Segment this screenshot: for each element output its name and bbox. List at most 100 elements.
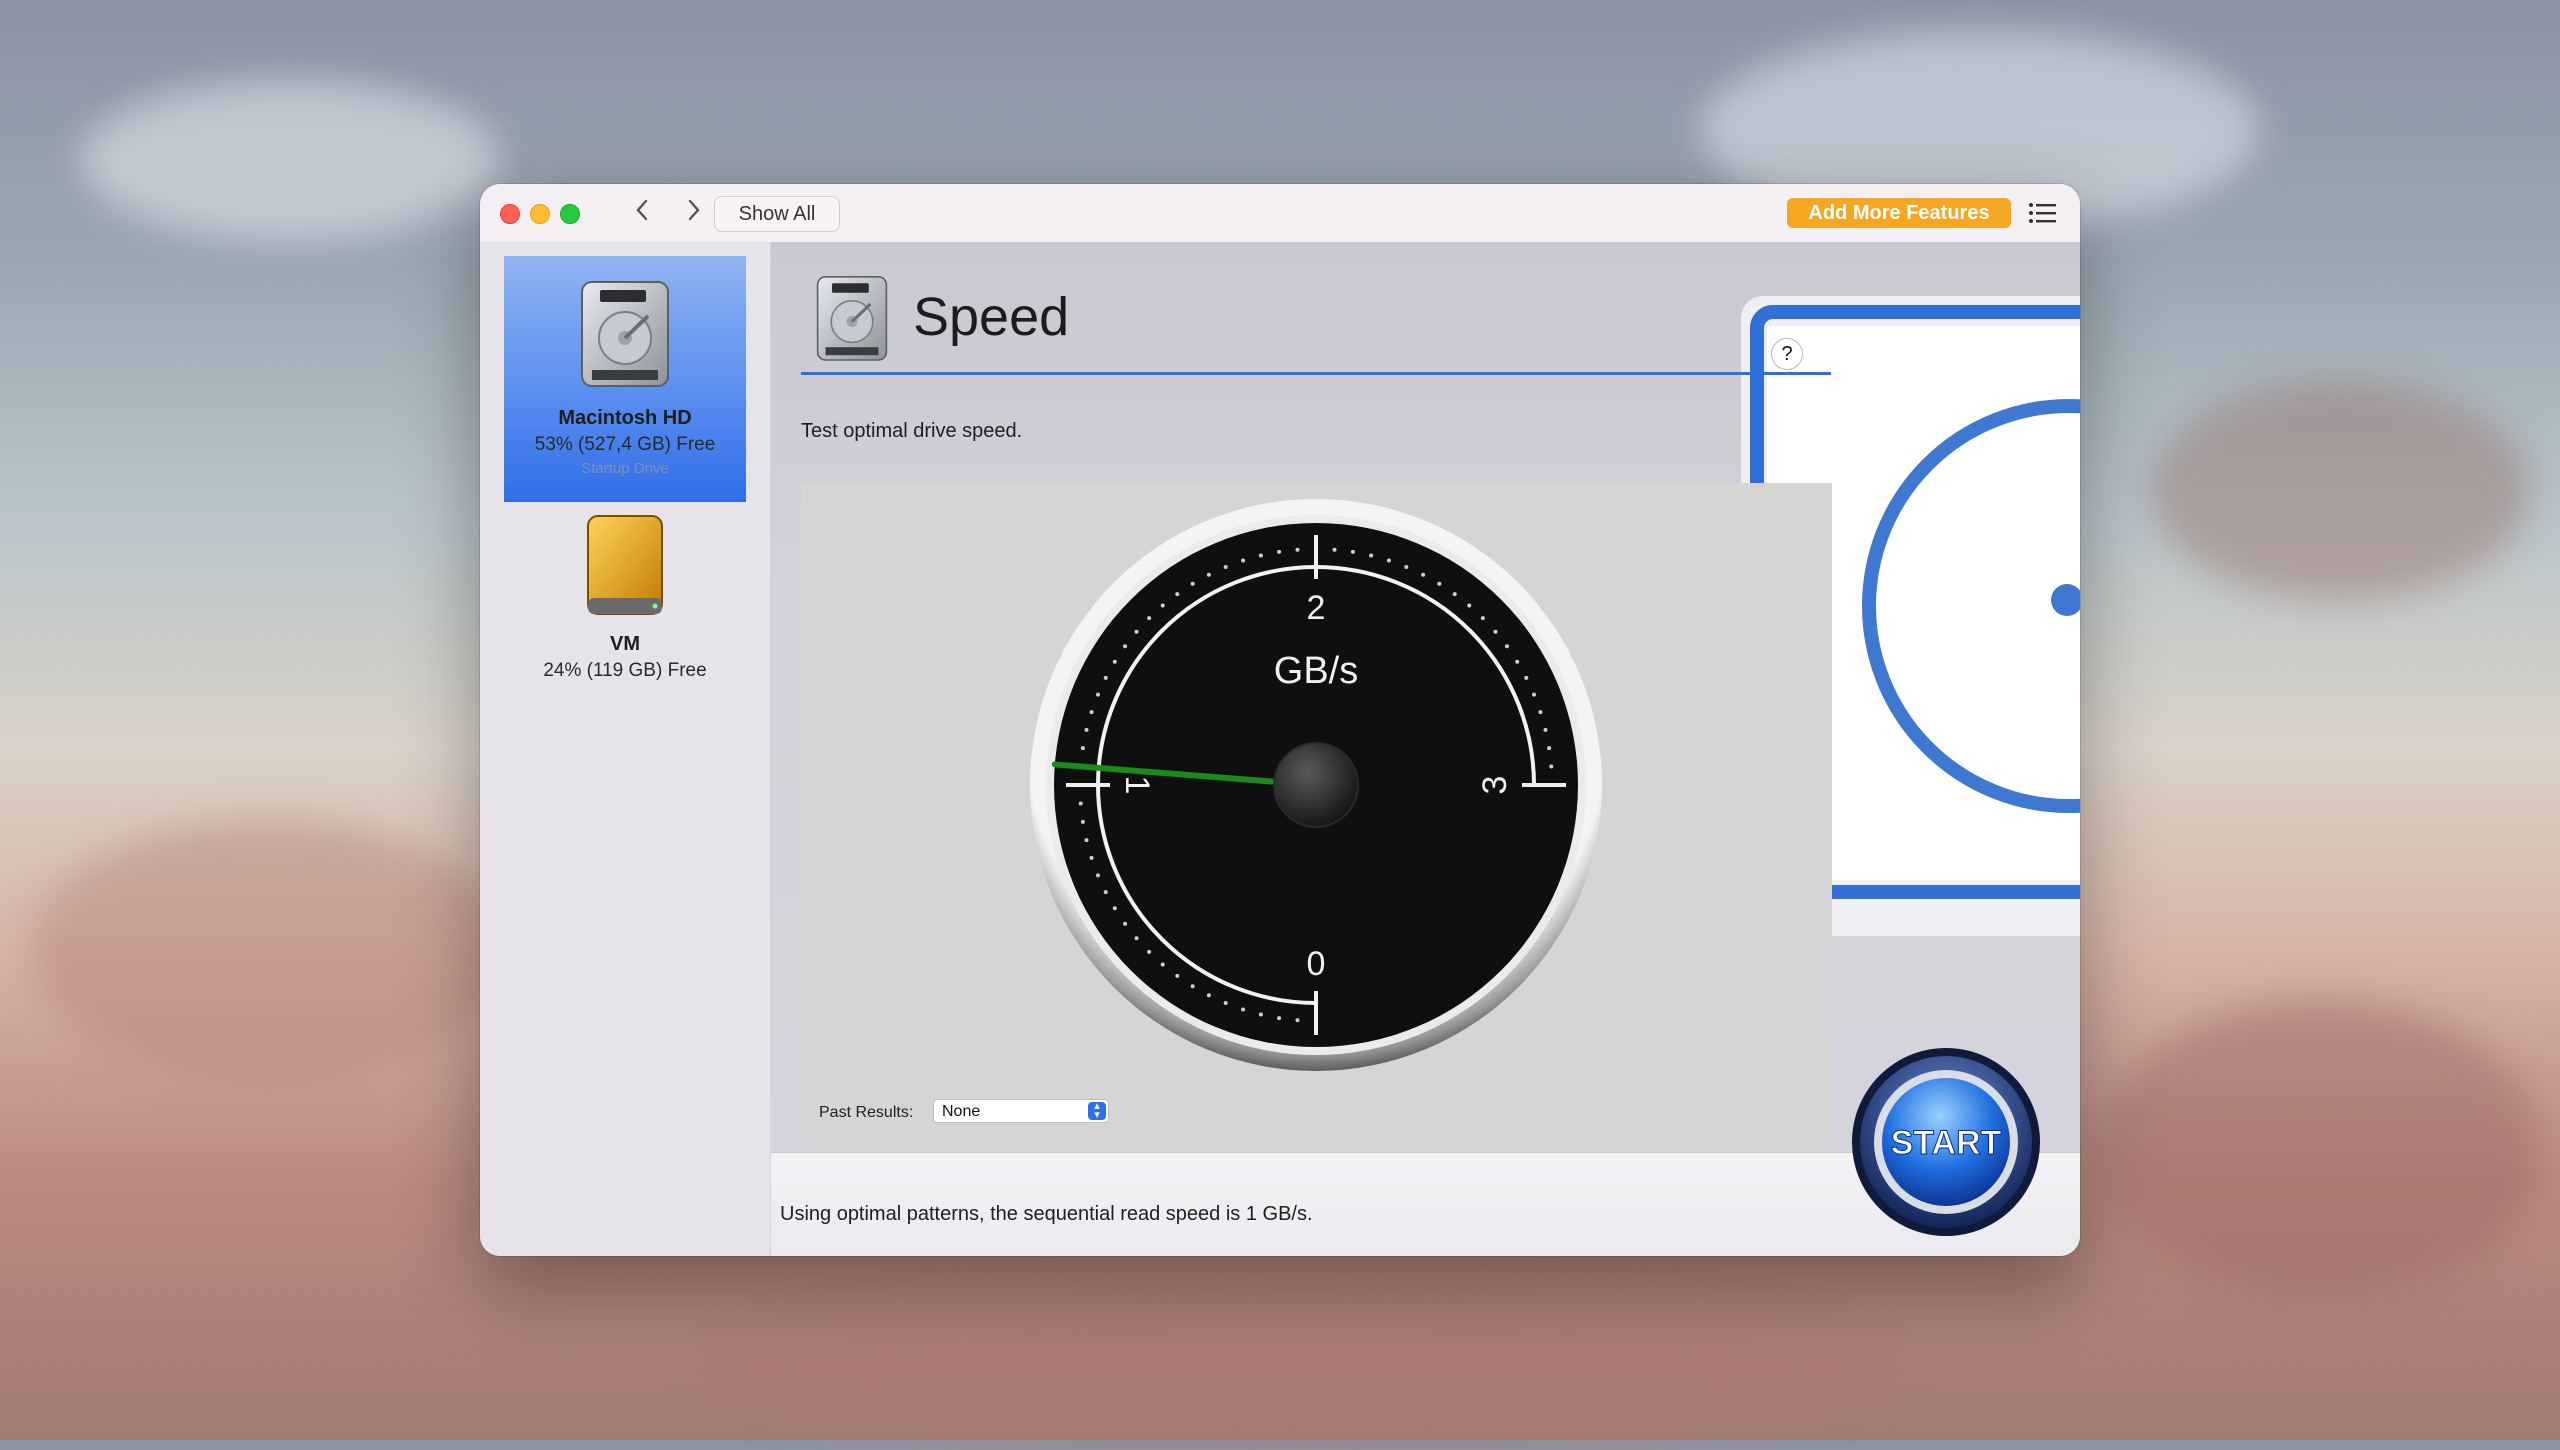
chevron-left-icon <box>636 199 648 221</box>
chevron-right-icon <box>688 199 700 221</box>
wallpaper-cloud <box>700 1290 1900 1450</box>
gauge-minor-tick <box>1095 692 1100 697</box>
gauge-minor-tick <box>1241 558 1246 563</box>
gauge-minor-tick <box>1147 949 1152 954</box>
past-results-value: None <box>942 1103 981 1120</box>
gauge-tick-label: 2 <box>1307 589 1326 627</box>
gauge-minor-tick <box>1241 1007 1246 1012</box>
gauge-minor-tick <box>1175 973 1180 978</box>
drive-item-macintosh-hd[interactable]: Macintosh HD 53% (527,4 GB) Free Startup… <box>504 256 746 502</box>
drive-sidebar: Macintosh HD 53% (527,4 GB) Free Startup… <box>480 242 771 1256</box>
gauge-minor-tick <box>1160 962 1165 967</box>
drive-free-space: 53% (527,4 GB) Free <box>534 434 716 455</box>
gauge-minor-tick <box>1112 659 1117 664</box>
gauge-minor-tick <box>1190 984 1195 989</box>
gauge-minor-tick <box>1103 675 1108 680</box>
past-results-select[interactable]: None ▴ ▾ <box>933 1099 1109 1123</box>
gauge-minor-tick <box>1369 553 1374 558</box>
wallpaper-cloud <box>2150 380 2530 600</box>
gauge-minor-tick <box>1223 1001 1228 1006</box>
gauge-minor-tick <box>1549 764 1554 769</box>
gauge-minor-tick <box>1084 727 1089 732</box>
show-all-button[interactable]: Show All <box>714 196 840 232</box>
gauge-minor-tick <box>1295 1018 1300 1023</box>
gauge-minor-tick <box>1123 644 1128 649</box>
gauge-minor-tick <box>1504 644 1509 649</box>
gauge-unit-label: GB/s <box>1274 650 1358 692</box>
gauge-minor-tick <box>1332 547 1337 552</box>
gauge-minor-tick <box>1350 549 1355 554</box>
gauge-minor-tick <box>1078 801 1083 806</box>
gauge-minor-tick <box>1467 603 1472 608</box>
drive-title-icon <box>816 276 888 361</box>
gauge-minor-tick <box>1547 746 1552 751</box>
gauge-minor-tick <box>1258 1012 1263 1017</box>
wallpaper-cloud <box>80 80 500 240</box>
gauge-minor-tick <box>1175 592 1180 597</box>
gauge-minor-tick <box>1277 1016 1282 1021</box>
updown-chevron-icon: ▴ ▾ <box>1088 1101 1106 1121</box>
drive-subtitle: Startup Drive <box>581 460 669 477</box>
gauge-minor-tick <box>1089 855 1094 860</box>
gauge-minor-tick <box>1095 873 1100 878</box>
gauge-minor-tick <box>1160 603 1165 608</box>
gauge-minor-tick <box>1103 890 1108 895</box>
gauge-minor-tick <box>1437 581 1442 586</box>
gauge-minor-tick <box>1538 710 1543 715</box>
help-button[interactable]: ? <box>1771 338 1803 370</box>
gauge-minor-tick <box>1123 921 1128 926</box>
gauge-minor-tick <box>1543 727 1548 732</box>
external-drive-icon <box>587 515 663 615</box>
gauge-minor-tick <box>1112 906 1117 911</box>
gauge-minor-tick <box>1452 592 1457 597</box>
back-button[interactable] <box>624 196 660 230</box>
wallpaper-cloud <box>2100 1000 2540 1300</box>
gauge-minor-tick <box>1421 572 1426 577</box>
speed-gauge: 0 1 2 3 GB/s <box>1030 499 1602 1071</box>
gauge-minor-tick <box>1190 581 1195 586</box>
gauge-tick-label: 0 <box>1307 945 1326 983</box>
drive-name: VM <box>610 633 640 655</box>
add-more-features-button[interactable]: Add More Features <box>1787 198 2011 228</box>
gauge-minor-tick <box>1134 629 1139 634</box>
gauge-minor-tick <box>1404 564 1409 569</box>
forward-button[interactable] <box>676 196 712 230</box>
drive-item-vm[interactable]: VM 24% (119 GB) Free <box>504 512 746 712</box>
gauge-minor-tick <box>1089 710 1094 715</box>
hard-drive-icon <box>581 281 669 387</box>
gauge-minor-tick <box>1206 572 1211 577</box>
title-bar: Show All Add More Features <box>480 184 2080 243</box>
close-window-button[interactable] <box>500 204 520 224</box>
gauge-minor-tick <box>1134 936 1139 941</box>
app-window: Show All Add More Features Macintosh HD … <box>480 184 2080 1256</box>
gauge-minor-tick <box>1515 659 1520 664</box>
wallpaper-cloud <box>30 820 510 1080</box>
gauge-minor-tick <box>1277 549 1282 554</box>
gauge-minor-tick <box>1223 564 1228 569</box>
list-menu-icon[interactable] <box>2028 201 2056 225</box>
status-message: Using optimal patterns, the sequential r… <box>780 1203 1313 1225</box>
gauge-tick-label: 1 <box>1118 776 1156 795</box>
drive-name: Macintosh HD <box>558 407 692 429</box>
gauge-minor-tick <box>1206 993 1211 998</box>
gauge-minor-tick <box>1532 692 1537 697</box>
gauge-tick-label: 3 <box>1476 776 1514 795</box>
drive-free-space: 24% (119 GB) Free <box>543 660 707 681</box>
title-divider <box>801 372 1831 375</box>
gauge-minor-tick <box>1295 547 1300 552</box>
past-results-label: Past Results: <box>819 1104 914 1121</box>
page-subtitle: Test optimal drive speed. <box>801 420 1023 442</box>
gauge-minor-tick <box>1084 838 1089 843</box>
zoom-window-button[interactable] <box>560 204 580 224</box>
gauge-panel: 0 1 2 3 GB/s <box>801 483 1832 1147</box>
start-label: START <box>1891 1124 2002 1162</box>
gauge-minor-tick <box>1493 629 1498 634</box>
gauge-minor-tick <box>1386 558 1391 563</box>
gauge-minor-tick <box>1147 616 1152 621</box>
gauge-minor-tick <box>1480 616 1485 621</box>
gauge-minor-tick <box>1524 675 1529 680</box>
gauge-minor-tick <box>1080 746 1085 751</box>
start-button[interactable]: START <box>1850 1046 2042 1238</box>
minimize-window-button[interactable] <box>530 204 550 224</box>
gauge-minor-tick <box>1080 819 1085 824</box>
